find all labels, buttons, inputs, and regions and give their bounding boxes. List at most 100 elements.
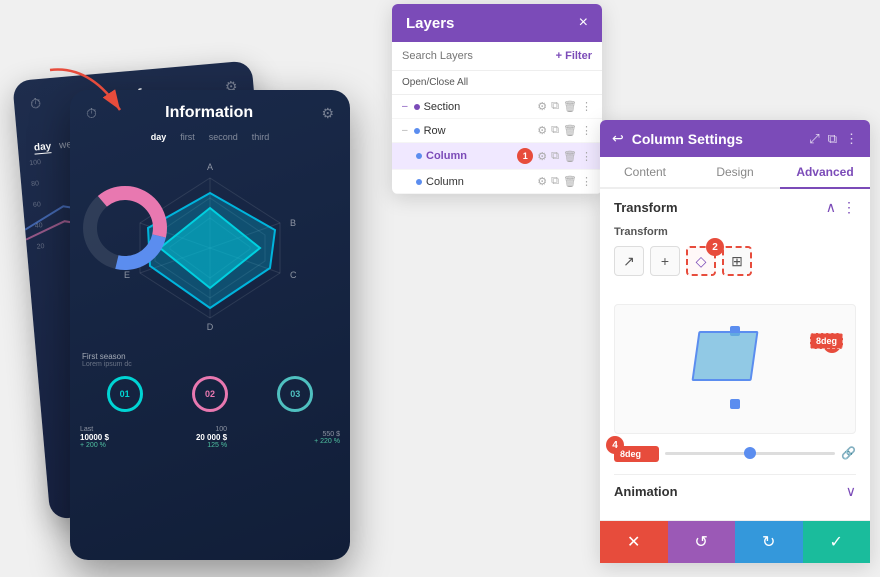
layer-icons-column-1: ⚙ ⧉ 🗑 ⋮ — [537, 150, 592, 163]
donut-chart — [75, 178, 175, 278]
layer-name-section: Section — [424, 101, 534, 113]
badge-2: 2 — [706, 238, 724, 256]
layer-row-delete-icon[interactable]: 🗑 — [563, 124, 577, 137]
layers-title: Layers — [406, 15, 454, 32]
layer-col1-delete-icon[interactable]: 🗑 — [563, 150, 577, 163]
layer-col1-copy-icon[interactable]: ⧉ — [551, 150, 559, 163]
settings-back-button[interactable]: ↩ — [612, 130, 624, 147]
transform-icon-matrix[interactable]: ⊞ — [722, 246, 752, 276]
layer-col1-more-icon[interactable]: ⋮ — [581, 150, 592, 163]
settings-header-icons: ⤢ ⧉ ⋮ — [809, 131, 858, 147]
layer-item-column-1[interactable]: Column 1 ⚙ ⧉ 🗑 ⋮ — [392, 143, 602, 170]
layer-badge-1: 1 — [517, 148, 533, 164]
settings-panel: ↩ Column Settings ⤢ ⧉ ⋮ Content Design A… — [600, 120, 870, 563]
redo-button[interactable]: ↻ — [735, 521, 803, 563]
data-value-20000: 20 000 $ — [196, 433, 227, 442]
layer-row-settings-icon[interactable]: ⚙ — [537, 124, 547, 137]
layers-filter-button[interactable]: + Filter — [556, 50, 592, 62]
stat-circle-01: 01 — [107, 376, 143, 412]
stat-02: 02 — [192, 376, 228, 412]
season-label: First season — [82, 352, 338, 361]
layer-col2-delete-icon[interactable]: 🗑 — [563, 175, 577, 188]
layer-dot-row — [414, 128, 420, 134]
data-change-200: + 200 % — [80, 442, 109, 449]
transform-visual: 3 8deg — [614, 304, 856, 434]
animation-title: Animation — [614, 484, 678, 499]
card-main: ⏱ Information ⚙ day first second third — [70, 90, 350, 560]
transform-label: Transform — [614, 226, 856, 238]
settings-body: Transform ∧ ⋮ Transform ↗ + ◇ 2 ⊞ 3 — [600, 189, 870, 510]
svg-text:D: D — [207, 322, 214, 332]
layer-settings-icon[interactable]: ⚙ — [537, 100, 547, 113]
layer-col2-settings-icon[interactable]: ⚙ — [537, 175, 547, 188]
slider-row-container: 4 🔗 — [614, 444, 856, 462]
layer-name-column-2: Column — [426, 176, 533, 188]
layers-open-close[interactable]: Open/Close All — [392, 71, 602, 95]
section-toggle: ∧ ⋮ — [826, 199, 856, 216]
settings-columns-icon[interactable]: ⧉ — [828, 131, 837, 147]
settings-more-icon[interactable]: ⋮ — [845, 131, 858, 147]
transform-section-title: Transform — [614, 200, 678, 215]
stat-circle-03: 03 — [277, 376, 313, 412]
svg-text:A: A — [207, 162, 213, 172]
link-icon[interactable]: 🔗 — [841, 446, 856, 460]
tab-design[interactable]: Design — [690, 157, 780, 189]
section-collapse-icon[interactable]: ∧ — [826, 199, 836, 216]
layer-copy-icon[interactable]: ⧉ — [551, 100, 559, 113]
stat-03: 03 — [277, 376, 313, 412]
transform-icon-move[interactable]: ↗ — [614, 246, 644, 276]
skew-shape — [691, 331, 758, 381]
layer-row-more-icon[interactable]: ⋮ — [581, 124, 592, 137]
card-tab-third[interactable]: third — [252, 132, 270, 142]
tab-advanced[interactable]: Advanced — [780, 157, 870, 189]
settings-header: ↩ Column Settings ⤢ ⧉ ⋮ — [600, 120, 870, 157]
settings-panel-title: Column Settings — [632, 131, 802, 147]
layer-item-row[interactable]: – Row ⚙ ⧉ 🗑 ⋮ — [392, 119, 602, 143]
layer-col2-copy-icon[interactable]: ⧉ — [551, 175, 559, 188]
layer-dot-section — [414, 104, 420, 110]
slider-track[interactable] — [665, 452, 835, 455]
data-row-1: Last 10000 $ + 200 % 100 20 000 $ 125 % … — [80, 426, 340, 449]
animation-chevron[interactable]: ∨ — [846, 483, 856, 500]
reset-button[interactable]: ↺ — [668, 521, 736, 563]
layer-col2-more-icon[interactable]: ⋮ — [581, 175, 592, 188]
layers-panel-header: Layers × — [392, 4, 602, 42]
animation-section: Animation ∨ — [614, 474, 856, 500]
badge-4: 4 — [606, 436, 624, 454]
layer-item-section[interactable]: – Section ⚙ ⧉ 🗑 ⋮ — [392, 95, 602, 119]
action-bar: ✕ ↺ ↻ ✓ — [600, 520, 870, 563]
layer-item-column-2[interactable]: Column ⚙ ⧉ 🗑 ⋮ — [392, 170, 602, 194]
transform-icons-row: ↗ + ◇ 2 ⊞ — [614, 246, 856, 276]
confirm-button[interactable]: ✓ — [803, 521, 871, 563]
cancel-button[interactable]: ✕ — [600, 521, 668, 563]
transform-icon-add[interactable]: + — [650, 246, 680, 276]
layer-more-icon[interactable]: ⋮ — [581, 100, 592, 113]
card-tab-second[interactable]: second — [209, 132, 238, 142]
tab-content[interactable]: Content — [600, 157, 690, 189]
season-desc: Lorem ipsum dc — [82, 361, 338, 368]
slider-thumb[interactable] — [744, 447, 756, 459]
settings-expand-icon[interactable]: ⤢ — [809, 131, 819, 147]
svg-text:B: B — [290, 218, 296, 228]
transform-section-header: Transform ∧ ⋮ — [614, 199, 856, 216]
layer-col1-settings-icon[interactable]: ⚙ — [537, 150, 547, 163]
deg-badge-top: 8deg — [810, 333, 843, 349]
card-tab-day[interactable]: day — [151, 132, 167, 142]
data-label-100: 100 — [196, 426, 227, 433]
layers-search-input[interactable] — [402, 50, 550, 62]
card-tab-first[interactable]: first — [180, 132, 195, 142]
stat-01: 01 — [107, 376, 143, 412]
arrow-annotation — [30, 60, 150, 140]
layer-icons-column-2: ⚙ ⧉ 🗑 ⋮ — [537, 175, 592, 188]
layer-name-column-1: Column — [426, 150, 513, 162]
skew-handle-bottom[interactable] — [730, 399, 740, 409]
svg-text:C: C — [290, 270, 297, 280]
deg-slider-row: 4 🔗 — [614, 444, 856, 462]
skew-shape-container — [695, 321, 775, 401]
layer-row-copy-icon[interactable]: ⧉ — [551, 124, 559, 137]
layers-panel: Layers × + Filter Open/Close All – Secti… — [392, 4, 602, 194]
card-back-tab-day[interactable]: day — [34, 141, 52, 154]
layer-delete-icon[interactable]: 🗑 — [563, 100, 577, 113]
section-menu-icon[interactable]: ⋮ — [842, 199, 856, 216]
layers-close-button[interactable]: × — [579, 14, 588, 32]
